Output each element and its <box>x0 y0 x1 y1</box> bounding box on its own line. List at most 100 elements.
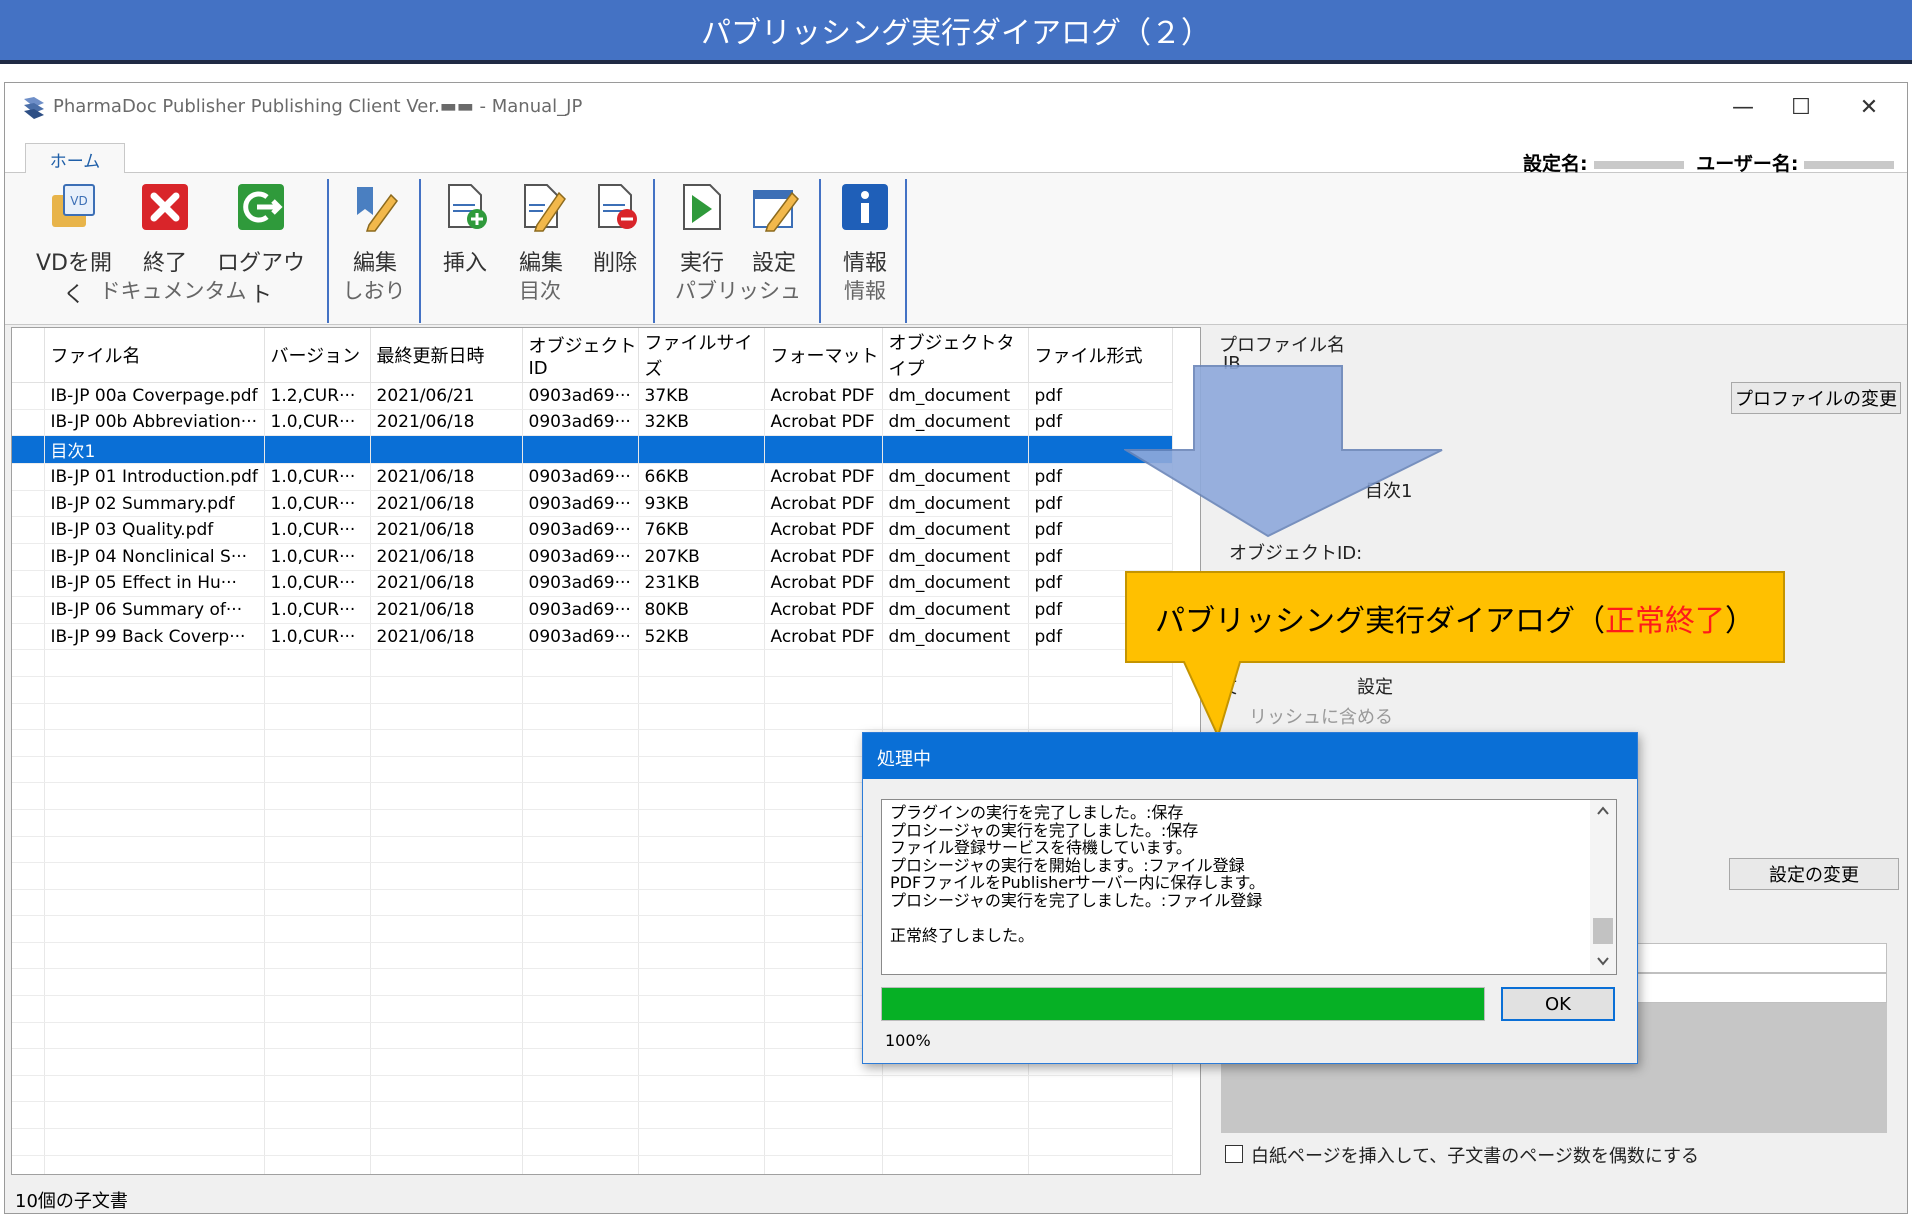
empty-cell <box>522 782 639 810</box>
table-cell: dm_document <box>882 543 1029 571</box>
empty-cell <box>44 1022 265 1050</box>
toc-edit-button[interactable]: 編集 <box>511 181 571 277</box>
table-cell: 0903ad69··· <box>522 409 639 437</box>
row-gutter <box>12 516 45 544</box>
empty-cell <box>12 1101 45 1130</box>
table-cell: 0903ad69··· <box>522 490 639 518</box>
column-header[interactable]: ファイルサイズ <box>638 328 765 383</box>
table-row[interactable]: IB-JP 01 Introduction.pdf 1.0,CUR··· 2021/… <box>12 463 1173 491</box>
table-cell: 0903ad69··· <box>522 382 639 410</box>
column-header[interactable]: フォーマット <box>764 328 883 383</box>
table-cell: 2021/06/18 <box>370 490 523 518</box>
empty-cell <box>882 1155 1029 1174</box>
table-cell: Acrobat PDF <box>764 623 883 651</box>
table-cell: IB-JP 01 Introduction.pdf <box>44 463 265 491</box>
minimize-button[interactable]: — <box>1715 89 1771 125</box>
table-cell: 2021/06/18 <box>370 409 523 437</box>
exit-button[interactable]: 終了 <box>135 181 195 277</box>
table-cell: 1.0,CUR··· <box>264 516 371 544</box>
table-row[interactable]: IB-JP 99 Back Coverp··· 1.0,CUR··· 2021/06… <box>12 623 1173 651</box>
empty-cell <box>522 729 639 757</box>
table-row[interactable]: IB-JP 03 Quality.pdf 1.0,CUR··· 2021/06/18… <box>12 516 1173 544</box>
scrollbar-arrows-icon <box>1593 806 1613 966</box>
info-button[interactable]: 情報 <box>831 181 899 277</box>
column-header[interactable]: ファイル名 <box>44 328 265 383</box>
row-gutter <box>12 490 45 518</box>
empty-cell <box>12 942 45 970</box>
bookmark-edit-button[interactable]: 編集 <box>345 181 405 277</box>
change-settings-button[interactable]: 設定の変更 <box>1729 858 1899 890</box>
group-label-publish: パブリッシュ <box>675 279 801 303</box>
table-row[interactable]: IB-JP 00b Abbreviation··· 1.0,CUR··· 2021/… <box>12 409 1173 437</box>
log-line: プロシージャの実行を完了しました。:ファイル登録 <box>890 890 1263 910</box>
empty-cell <box>522 915 639 943</box>
empty-cell <box>12 1155 45 1174</box>
ribbon: VD VDを開く 終了 ログアウト ドキュメンタム 編集 しおり 挿入 編集 削… <box>5 173 1907 325</box>
column-header[interactable]: バージョン <box>264 328 371 383</box>
change-profile-button[interactable]: プロファイルの変更 <box>1731 382 1901 414</box>
empty-cell <box>12 889 45 917</box>
empty-cell <box>12 703 45 731</box>
table-cell <box>522 435 639 465</box>
table-cell: 207KB <box>638 543 765 571</box>
row-gutter <box>12 409 45 437</box>
table-cell: 1.0,CUR··· <box>264 596 371 624</box>
table-cell: IB-JP 05 Effect in Hu··· <box>44 570 265 598</box>
empty-cell <box>264 729 371 757</box>
table-cell: dm_document <box>882 516 1029 544</box>
row-gutter <box>12 570 45 598</box>
table-row[interactable]: IB-JP 05 Effect in Hu··· 1.0,CUR··· 2021/0… <box>12 570 1173 598</box>
column-header[interactable]: オブジェクトID <box>522 328 639 383</box>
empty-cell <box>264 995 371 1023</box>
table-row[interactable]: 目次1 <box>12 435 1173 465</box>
blank-page-checkbox[interactable] <box>1225 1145 1243 1163</box>
table-row[interactable]: IB-JP 04 Nonclinical S··· 1.0,CUR··· 2021/… <box>12 543 1173 571</box>
tab-home[interactable]: ホーム <box>25 143 125 174</box>
table-row[interactable]: IB-JP 02 Summary.pdf 1.0,CUR··· 2021/06/18… <box>12 490 1173 518</box>
empty-cell <box>638 649 765 677</box>
header-gutter <box>12 328 45 383</box>
empty-cell <box>264 942 371 970</box>
empty-row <box>12 703 1173 731</box>
processing-log[interactable]: プラグインの実行を完了しました。:保存 プロシージャの実行を完了しました。:保存フ… <box>881 799 1617 975</box>
publish-run-button[interactable]: 実行 <box>671 181 733 277</box>
empty-cell <box>522 1022 639 1050</box>
empty-cell <box>1028 1128 1173 1156</box>
empty-cell <box>264 1022 371 1050</box>
column-header[interactable]: 最終更新日時 <box>370 328 523 383</box>
toc-delete-button[interactable]: 削除 <box>585 181 645 277</box>
close-button[interactable]: ✕ <box>1841 89 1897 125</box>
group-label-toc: 目次 <box>519 279 561 303</box>
empty-cell <box>264 676 371 704</box>
empty-cell <box>1028 1101 1173 1130</box>
empty-cell <box>370 836 523 864</box>
empty-cell <box>370 1075 523 1103</box>
empty-cell <box>370 1101 523 1130</box>
group-label-documentum: ドキュメンタム <box>99 279 247 303</box>
row-gutter <box>12 382 45 410</box>
publish-settings-button[interactable]: 設定 <box>743 181 805 277</box>
table-cell: 2021/06/18 <box>370 516 523 544</box>
group-separator <box>419 179 421 323</box>
table-cell <box>370 435 523 465</box>
maximize-button[interactable]: ☐ <box>1773 89 1829 125</box>
empty-cell <box>882 1075 1029 1103</box>
table-row[interactable]: IB-JP 00a Coverpage.pdf 1.2,CUR··· 2021/06… <box>12 382 1173 410</box>
empty-cell <box>264 1075 371 1103</box>
table-row[interactable]: IB-JP 06 Summary of··· 1.0,CUR··· 2021/06/… <box>12 596 1173 624</box>
empty-cell <box>12 676 45 704</box>
status-bar: 10個の子文書 <box>15 1191 128 1212</box>
empty-cell <box>638 1155 765 1174</box>
table-cell: 2021/06/18 <box>370 623 523 651</box>
ok-button[interactable]: OK <box>1501 987 1615 1021</box>
log-scrollbar[interactable] <box>1590 800 1616 974</box>
app-logo-icon <box>24 97 44 119</box>
table-cell: IB-JP 02 Summary.pdf <box>44 490 265 518</box>
empty-cell <box>638 942 765 970</box>
table-cell: 目次1 <box>44 435 265 465</box>
empty-cell <box>264 756 371 784</box>
empty-cell <box>522 889 639 917</box>
empty-cell <box>522 1075 639 1103</box>
column-header[interactable]: オブジェクトタイプ <box>882 328 1029 383</box>
toc-insert-button[interactable]: 挿入 <box>435 181 495 277</box>
